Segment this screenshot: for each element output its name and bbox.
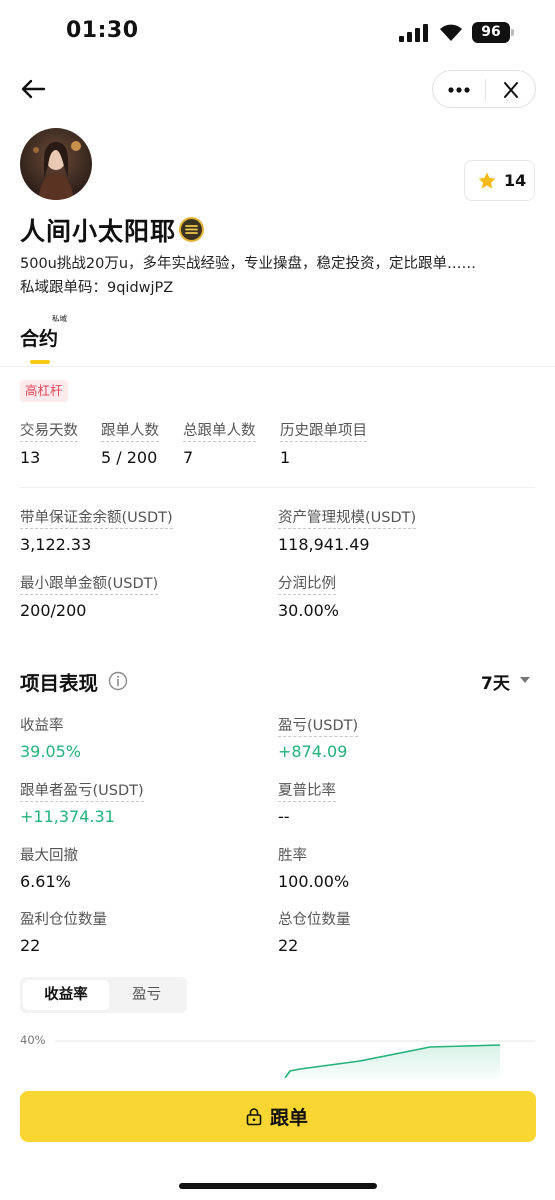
info-icon[interactable] [108,671,128,691]
metric-value-win-rate: 100.00% [278,872,350,891]
stat-label-history-projects[interactable]: 历史跟单项目 [280,419,367,442]
invite-code: 私域跟单码：9qidwjPZ [20,280,174,296]
metric-label-win-rate: 胜率 [278,848,307,864]
stat-label-profit-share[interactable]: 分润比例 [278,572,336,595]
stat-value-margin-balance: 3,122.33 [20,535,92,554]
chevron-down-icon [520,677,530,683]
metric-value-follower-pnl: +11,374.31 [20,807,115,826]
trader-name: 人间小太阳耶 [20,217,177,246]
stat-value-followers: 5 / 200 [101,448,158,467]
status-time: 01:30 [66,18,139,43]
period-label: 7天 [481,674,510,694]
section-divider [20,487,535,488]
metric-label-pnl[interactable]: 盈亏(USDT) [278,714,359,737]
home-indicator [179,1183,377,1189]
battery-cap [511,29,514,36]
metric-value-pnl: +874.09 [278,742,348,761]
stat-value-aum: 118,941.49 [278,535,370,554]
period-select[interactable]: 7天 [481,668,541,694]
stat-label-trading-days[interactable]: 交易天数 [20,419,78,442]
battery-icon: 96 [472,22,510,43]
high-leverage-badge: 高杠杆 [20,380,68,402]
chart-tab-roi[interactable]: 收益率 [23,980,109,1010]
favorite-button[interactable]: 14 [464,160,535,201]
back-arrow-icon[interactable] [18,76,48,102]
mini-program-capsule [432,70,536,108]
metric-label-sharpe[interactable]: 夏普比率 [278,779,336,802]
stat-value-total-followers: 7 [183,448,194,467]
follow-button[interactable]: 跟单 [20,1091,536,1142]
tab-contract[interactable]: 合约 [20,324,58,351]
metric-value-total-positions: 22 [278,936,299,955]
tab-divider [0,366,555,367]
metric-value-sharpe: -- [278,807,290,826]
chart-segment-control: 收益率 盈亏 [20,977,187,1013]
metric-label-follower-pnl[interactable]: 跟单者盈亏(USDT) [20,779,144,802]
stat-label-total-followers[interactable]: 总跟单人数 [183,419,256,442]
wifi-icon [440,24,462,41]
follow-button-label: 跟单 [270,1107,309,1129]
star-icon [478,172,496,189]
stat-value-min-copy-amount: 200/200 [20,601,87,620]
performance-title: 项目表现 [20,672,99,695]
stat-value-trading-days: 13 [20,448,41,467]
favorite-count: 14 [504,171,527,190]
chart-tab-pnl[interactable]: 盈亏 [109,980,184,1010]
stat-label-margin-balance[interactable]: 带单保证金余额(USDT) [20,506,173,529]
metric-value-max-drawdown: 6.61% [20,872,71,891]
trader-bio: 500u挑战20万u，多年实战经验，专业操盘，稳定投资，定比跟单…… [20,256,477,272]
stat-value-history-projects: 1 [280,448,291,467]
avatar[interactable] [20,128,92,200]
metric-label-roi: 收益率 [20,718,64,734]
more-icon[interactable] [433,71,485,109]
metric-value-roi: 39.05% [20,742,82,761]
metric-label-profit-positions: 盈利仓位数量 [20,912,107,928]
stat-label-min-copy-amount[interactable]: 最小跟单金额(USDT) [20,572,159,595]
tab-active-indicator [30,360,50,364]
chart-y-tick-label: 40% [20,1033,46,1047]
close-icon[interactable] [486,71,536,109]
lock-icon [246,1108,262,1126]
chart-area [285,1045,500,1080]
metric-label-total-positions: 总仓位数量 [278,912,351,928]
tab-private-tag: 私域 [52,314,67,323]
metric-label-max-drawdown: 最大回撤 [20,848,78,864]
stat-value-profit-share: 30.00% [278,601,340,620]
metric-value-profit-positions: 22 [20,936,41,955]
stat-label-followers[interactable]: 跟单人数 [101,419,159,442]
stat-label-aum[interactable]: 资产管理规模(USDT) [278,506,417,529]
roi-chart [55,1040,535,1080]
signal-icon [399,24,429,42]
gold-badge-icon [179,217,204,242]
status-bar: 01:30 96 [0,0,555,62]
